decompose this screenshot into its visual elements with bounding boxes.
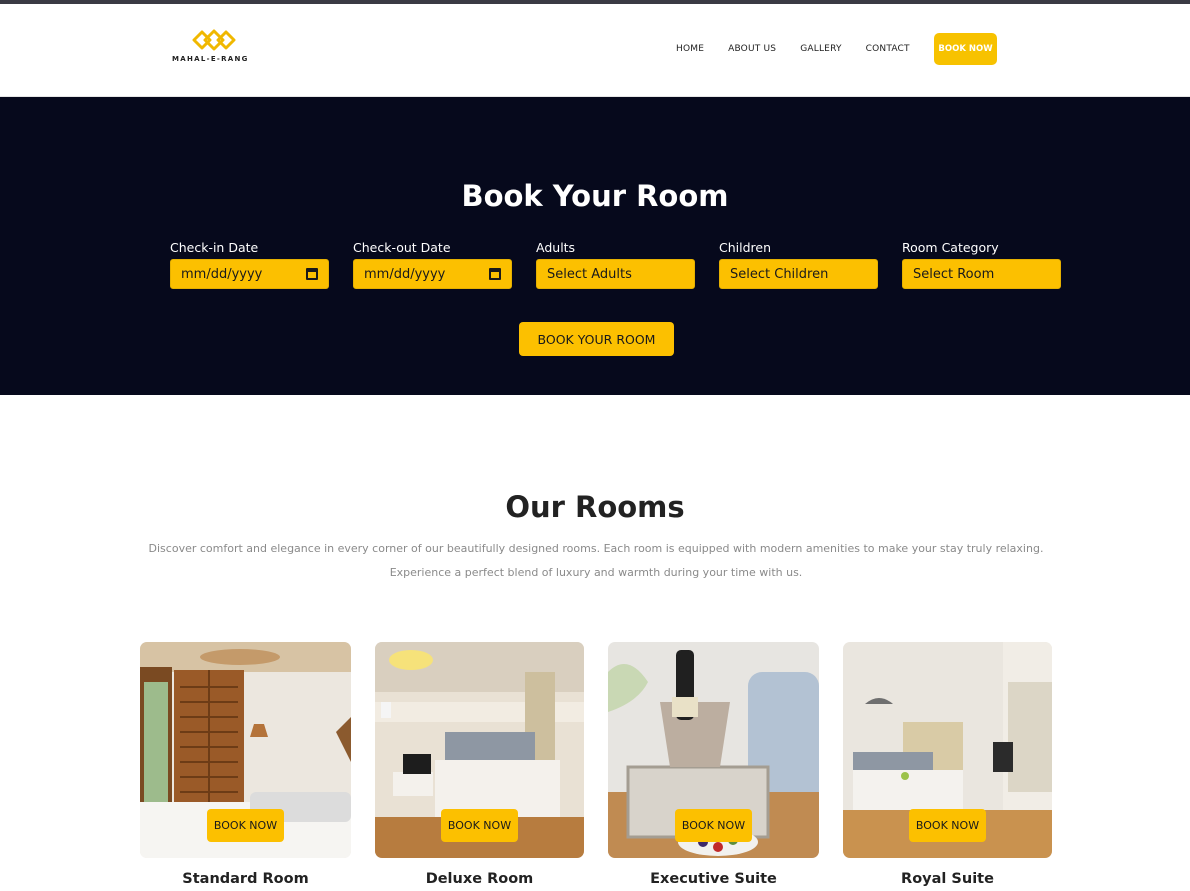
book-your-room-button[interactable]: BOOK YOUR ROOM [519,322,674,356]
logo-text: MAHAL-E-RANG [172,55,249,63]
executive-suite-name: Executive Suite [650,871,777,887]
royal-suite-book-now-button[interactable]: BOOK NOW [909,809,986,842]
nav-contact[interactable]: CONTACT [866,44,910,54]
check-in-value: mm/dd/yyyy [181,266,263,282]
check-in-field: Check-in Date mm/dd/yyyy [170,240,330,289]
room-category-select[interactable]: Select Room [902,259,1061,289]
room-category-field: Room Category Select Room [902,240,1062,289]
children-label: Children [719,240,772,255]
logo-mark-icon [192,29,236,51]
rooms-description-line-2: Experience a perfect blend of luxury and… [389,566,803,579]
check-out-label: Check-out Date [353,240,451,255]
adults-value: Select Adults [547,266,632,282]
check-in-input[interactable]: mm/dd/yyyy [170,259,329,289]
check-in-label: Check-in Date [170,240,259,255]
rooms-description-line-1: Discover comfort and elegance in every c… [148,542,1044,555]
header-book-now-button[interactable]: BOOK NOW [934,33,997,65]
executive-suite-book-now-button[interactable]: BOOK NOW [675,809,752,842]
children-field: Children Select Children [719,240,879,289]
deluxe-room-name: Deluxe Room [425,871,534,887]
check-out-value: mm/dd/yyyy [364,266,446,282]
nav-home[interactable]: HOME [676,44,704,54]
adults-field: Adults Select Adults [536,240,696,289]
rooms-description: Discover comfort and elegance in every c… [140,537,1052,585]
royal-suite-name: Royal Suite [901,871,994,887]
logo[interactable]: MAHAL-E-RANG [172,24,258,68]
children-value: Select Children [730,266,829,282]
booking-section: Book Your Room Check-in Date mm/dd/yyyy … [0,97,1190,395]
calendar-icon[interactable] [489,268,501,280]
calendar-icon[interactable] [306,268,318,280]
adults-label: Adults [536,240,576,255]
room-category-label: Room Category [902,240,999,255]
rooms-title: Our Rooms [505,490,685,524]
check-out-input[interactable]: mm/dd/yyyy [353,259,512,289]
nav-gallery[interactable]: GALLERY [800,44,841,54]
nav-about-us[interactable]: ABOUT US [728,44,776,54]
standard-room-book-now-button[interactable]: BOOK NOW [207,809,284,842]
children-select[interactable]: Select Children [719,259,878,289]
check-out-field: Check-out Date mm/dd/yyyy [353,240,513,289]
standard-room-name: Standard Room [182,871,309,887]
main-nav: HOME ABOUT US GALLERY CONTACT [664,32,934,66]
deluxe-room-book-now-button[interactable]: BOOK NOW [441,809,518,842]
room-category-value: Select Room [913,266,995,282]
site-header: MAHAL-E-RANG HOME ABOUT US GALLERY CONTA… [0,4,1190,97]
adults-select[interactable]: Select Adults [536,259,695,289]
booking-title: Book Your Room [461,179,729,213]
